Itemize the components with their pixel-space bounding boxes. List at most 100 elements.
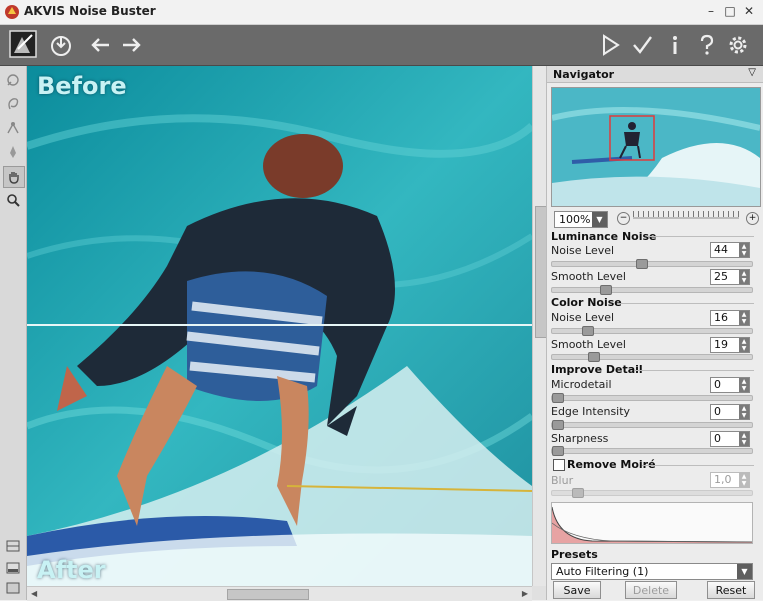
help-icon[interactable] — [693, 31, 721, 59]
sharpness-label: Sharpness — [551, 432, 609, 445]
microdetail-slider[interactable] — [551, 393, 753, 403]
edge-intensity-label: Edge Intensity — [551, 405, 631, 418]
luminance-smooth-level-slider[interactable] — [551, 285, 753, 295]
luminance-noise-level-label: Noise Level — [551, 244, 615, 257]
canvas-horizontal-scrollbar[interactable]: ◀ ▶ — [27, 586, 532, 601]
presets-select[interactable]: Auto Filtering (1) ▼ — [551, 563, 753, 580]
surfer-photo — [27, 66, 532, 586]
zoom-select[interactable]: 100% ▼ — [554, 211, 608, 228]
noise-histogram-graph — [551, 502, 753, 544]
zoom-tool-icon[interactable] — [3, 190, 23, 210]
scroll-corner — [532, 586, 546, 600]
color-noise-level-label: Noise Level — [551, 311, 615, 324]
tools-sidebar — [0, 66, 27, 600]
slider-thumb[interactable] — [552, 446, 564, 456]
edge-intensity-input[interactable]: 0 ▲ ▼ — [710, 404, 750, 420]
close-button[interactable]: ✕ — [741, 3, 757, 19]
color-smooth-level-input[interactable]: 19 ▲ ▼ — [710, 337, 750, 353]
microdetail-label: Microdetail — [551, 378, 612, 391]
info-icon[interactable] — [661, 31, 689, 59]
photo-icon[interactable] — [6, 28, 40, 60]
undo-arrow-icon[interactable] — [86, 31, 114, 59]
sharpness-slider[interactable] — [551, 446, 753, 456]
dropdown-arrow-icon: ▼ — [592, 212, 607, 227]
slider-thumb[interactable] — [599, 285, 612, 295]
color-smooth-level-label: Smooth Level — [551, 338, 626, 351]
hand-tool-icon[interactable] — [3, 166, 25, 188]
slider-thumb[interactable] — [552, 420, 564, 430]
slider-thumb[interactable] — [635, 259, 648, 269]
color-noise-level-input[interactable]: 16 ▲ ▼ — [710, 310, 750, 326]
minimize-button[interactable]: – — [703, 3, 719, 19]
remove-moire-checkbox[interactable] — [553, 459, 565, 471]
luminance-smooth-level-input[interactable]: 25 ▲ ▼ — [710, 269, 750, 285]
scroll-right-arrow-icon[interactable]: ▶ — [522, 589, 528, 598]
spin-arrows-icon: ▲ ▼ — [739, 405, 749, 419]
before-label: Before — [37, 72, 127, 100]
spin-arrows-icon: ▲ ▼ — [739, 338, 749, 352]
spin-arrows-icon: ▲ ▼ — [739, 311, 749, 325]
main-toolbar — [0, 25, 763, 66]
blur-slider[interactable] — [551, 488, 753, 498]
settings-panel: Navigator ▽ 100% ▼ − + Luminance Noise N… — [546, 66, 763, 600]
slider-thumb[interactable] — [552, 393, 564, 403]
luminance-noise-header: Luminance Noise — [551, 230, 657, 243]
horizontal-scroll-thumb[interactable] — [227, 589, 309, 600]
crop-tool-icon[interactable] — [3, 70, 23, 90]
color-noise-level-slider[interactable] — [551, 326, 753, 336]
spin-arrows-icon: ▲ ▼ — [739, 243, 749, 257]
scroll-left-arrow-icon[interactable]: ◀ — [31, 589, 37, 598]
spin-arrows-icon: ▲ ▼ — [739, 473, 749, 487]
spin-arrows-icon: ▲ ▼ — [739, 432, 749, 446]
blur-label: Blur — [551, 474, 574, 487]
canvas-vertical-scrollbar[interactable] — [532, 66, 547, 586]
sharpness-input[interactable]: 0 ▲ ▼ — [710, 431, 750, 447]
reset-preset-button[interactable]: Reset — [707, 581, 755, 599]
run-icon[interactable] — [596, 31, 624, 59]
navigator-header[interactable]: Navigator ▽ — [547, 66, 763, 83]
single-view-icon[interactable] — [3, 578, 23, 598]
luminance-noise-level-slider[interactable] — [551, 259, 753, 269]
delete-preset-button[interactable]: Delete — [625, 581, 677, 599]
brush-tool-icon[interactable] — [3, 142, 23, 162]
app-logo-icon — [5, 5, 19, 19]
presets-header: Presets — [551, 548, 598, 561]
slider-thumb[interactable] — [582, 326, 595, 336]
zoom-value: 100% — [559, 213, 591, 226]
dropdown-arrow-icon: ▼ — [737, 564, 752, 579]
zoom-out-icon[interactable]: − — [617, 212, 630, 225]
microdetail-input[interactable]: 0 ▲ ▼ — [710, 377, 750, 393]
zoom-in-icon[interactable]: + — [746, 212, 759, 225]
zoom-slider[interactable] — [633, 211, 739, 219]
collapse-arrow-icon[interactable]: ▽ — [748, 67, 756, 78]
before-after-toggle-icon[interactable] — [3, 558, 23, 578]
redo-arrow-icon[interactable] — [118, 31, 146, 59]
heal-tool-icon[interactable] — [3, 118, 23, 138]
save-icon[interactable] — [47, 31, 75, 59]
color-smooth-level-slider[interactable] — [551, 352, 753, 362]
apply-check-icon[interactable] — [628, 31, 656, 59]
window-title: AKVIS Noise Buster — [24, 4, 156, 18]
slider-thumb[interactable] — [572, 488, 584, 498]
spin-arrows-icon: ▲ ▼ — [739, 270, 749, 284]
split-view-horizontal-icon[interactable] — [3, 536, 23, 556]
zoom-row: 100% ▼ − + — [547, 208, 763, 228]
maximize-button[interactable]: □ — [722, 3, 738, 19]
image-canvas[interactable]: Before After — [27, 66, 532, 586]
color-noise-header: Color Noise — [551, 296, 622, 309]
improve-detail-header: Improve Detail — [551, 363, 643, 376]
save-preset-button[interactable]: Save — [553, 581, 601, 599]
edge-intensity-slider[interactable] — [551, 420, 753, 430]
luminance-noise-level-input[interactable]: 44 ▲ ▼ — [710, 242, 750, 258]
navigator-title: Navigator — [553, 68, 615, 81]
navigator-preview[interactable] — [551, 87, 761, 207]
title-bar: AKVIS Noise Buster – □ ✕ — [0, 0, 763, 25]
lasso-tool-icon[interactable] — [3, 94, 23, 114]
after-label: After — [37, 556, 106, 584]
spin-arrows-icon: ▲ ▼ — [739, 378, 749, 392]
luminance-smooth-level-label: Smooth Level — [551, 270, 626, 283]
presets-selected-value: Auto Filtering (1) — [556, 565, 649, 578]
blur-input[interactable]: 1,0 ▲ ▼ — [710, 472, 750, 488]
slider-thumb[interactable] — [588, 352, 601, 362]
settings-gear-icon[interactable] — [724, 31, 752, 59]
